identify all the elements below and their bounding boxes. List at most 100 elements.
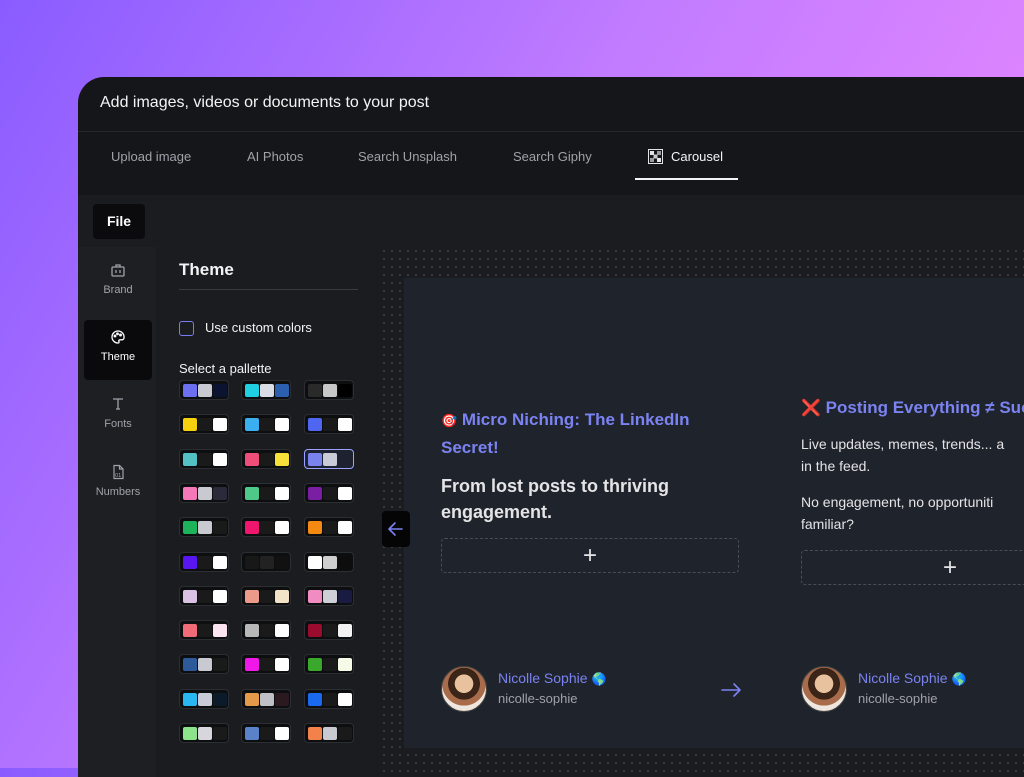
palette-color-chip [338, 384, 352, 397]
palette-swatch[interactable] [179, 585, 229, 606]
custom-colors-checkbox[interactable] [179, 321, 194, 336]
nav-item-brand[interactable]: Brand [84, 253, 152, 313]
palette-color-chip [275, 727, 289, 740]
palette-swatch[interactable] [304, 380, 354, 400]
plus-icon: + [942, 553, 958, 581]
palette-swatch[interactable] [241, 688, 291, 709]
palette-color-chip [245, 486, 259, 500]
plus-icon: + [582, 541, 598, 569]
left-nav: Brand Theme Fonts 01 Numbers [78, 247, 156, 777]
palette-color-chip [260, 452, 274, 466]
palette-color-chip [183, 624, 197, 638]
palette-swatch[interactable] [304, 620, 354, 641]
palette-color-chip [260, 486, 274, 500]
palette-color-chip [260, 589, 274, 603]
theme-panel: Theme Use custom colors Select a pallett… [156, 247, 380, 777]
tab-search-unsplash[interactable]: Search Unsplash [358, 132, 457, 182]
palette-color-chip [183, 658, 197, 672]
palette-color-chip [308, 624, 322, 638]
active-tab-indicator [635, 178, 738, 180]
palette-color-chip [323, 452, 337, 466]
palette-color-chip [198, 692, 212, 706]
palette-swatch[interactable] [241, 380, 291, 400]
slide-2-body-2-line1: No engagement, no opportuniti [801, 494, 994, 510]
file-menu-button[interactable]: File [93, 204, 145, 239]
palette-color-chip [260, 555, 274, 569]
slide-2[interactable]: ❌ Posting Everything ≠ Suc Live updates,… [764, 278, 1024, 748]
slide-2-add-block-button[interactable]: + [801, 550, 1024, 585]
palette-swatch[interactable] [304, 517, 354, 538]
palette-swatch[interactable] [179, 448, 229, 469]
tab-ai-photos[interactable]: AI Photos [247, 132, 303, 182]
palette-swatch[interactable] [179, 620, 229, 641]
palette-color-chip [338, 418, 352, 432]
palette-swatch[interactable] [179, 551, 229, 572]
palette-color-chip [323, 727, 337, 740]
palette-swatch[interactable] [241, 551, 291, 572]
palette-color-chip [183, 727, 197, 740]
palette-swatch[interactable] [241, 482, 291, 503]
palette-color-chip [275, 486, 289, 500]
palette-swatch[interactable] [179, 688, 229, 709]
palette-swatch[interactable] [241, 585, 291, 606]
palette-color-chip [308, 521, 322, 535]
palette-color-chip [323, 658, 337, 672]
palette-swatch[interactable] [179, 517, 229, 538]
palette-swatch[interactable] [304, 482, 354, 503]
custom-colors-label[interactable]: Use custom colors [205, 320, 312, 335]
palette-color-chip [275, 521, 289, 535]
palette-color-chip [275, 384, 289, 397]
palette-color-chip [338, 624, 352, 638]
tab-carousel[interactable]: Carousel [648, 132, 723, 182]
palette-swatch[interactable] [179, 723, 229, 743]
author-handle: nicolle-sophie [858, 691, 938, 706]
palette-color-chip [260, 727, 274, 740]
palette-swatch[interactable] [241, 448, 291, 469]
slide-1-add-block-button[interactable]: + [441, 538, 739, 573]
nav-item-theme-label: Theme [100, 351, 136, 363]
slide-1[interactable]: 🎯 Micro Niching: The LinkedIn Secret! Fr… [404, 278, 741, 748]
nav-item-numbers[interactable]: 01 Numbers [84, 455, 152, 515]
palette-color-chip [245, 384, 259, 397]
palette-swatch[interactable] [241, 723, 291, 743]
palette-swatch[interactable] [179, 654, 229, 675]
nav-item-numbers-label: Numbers [95, 486, 141, 498]
numbers-icon: 01 [113, 464, 124, 480]
next-slide-button[interactable] [720, 682, 742, 703]
palette-color-chip [308, 486, 322, 500]
palette-swatch[interactable] [304, 585, 354, 606]
cross-emoji-icon: ❌ [801, 400, 821, 417]
palette-color-chip [338, 658, 352, 672]
palette-color-chip [213, 692, 227, 706]
palette-color-chip [245, 589, 259, 603]
palette-swatch[interactable] [241, 517, 291, 538]
tab-carousel-label: Carousel [671, 149, 724, 164]
nav-item-theme[interactable]: Theme [84, 320, 152, 380]
palette-color-chip [323, 418, 337, 432]
palette-swatch[interactable] [304, 723, 354, 743]
palette-swatch[interactable] [304, 448, 354, 469]
palette-swatch[interactable] [179, 482, 229, 503]
palette-color-chip [275, 658, 289, 672]
palette-color-chip [323, 589, 337, 603]
palette-swatch[interactable] [241, 654, 291, 675]
palette-color-chip [245, 658, 259, 672]
palette-swatch[interactable] [304, 551, 354, 572]
palette-swatch[interactable] [179, 414, 229, 435]
palette-color-chip [275, 589, 289, 603]
tab-search-giphy[interactable]: Search Giphy [513, 132, 592, 182]
palette-swatch[interactable] [241, 620, 291, 641]
palette-color-chip [198, 727, 212, 740]
nav-item-fonts[interactable]: Fonts [84, 387, 152, 447]
panel-divider [179, 289, 358, 290]
palette-color-chip [198, 418, 212, 432]
slide-1-subheading-line2: engagement. [441, 502, 553, 522]
palette-label: Select a pallette [179, 361, 272, 376]
palette-swatch[interactable] [304, 688, 354, 709]
palette-swatch[interactable] [179, 380, 229, 400]
tab-upload-image[interactable]: Upload image [111, 132, 191, 182]
palette-swatch[interactable] [304, 654, 354, 675]
palette-swatch[interactable] [304, 414, 354, 435]
palette-color-chip [338, 555, 352, 569]
palette-swatch[interactable] [241, 414, 291, 435]
